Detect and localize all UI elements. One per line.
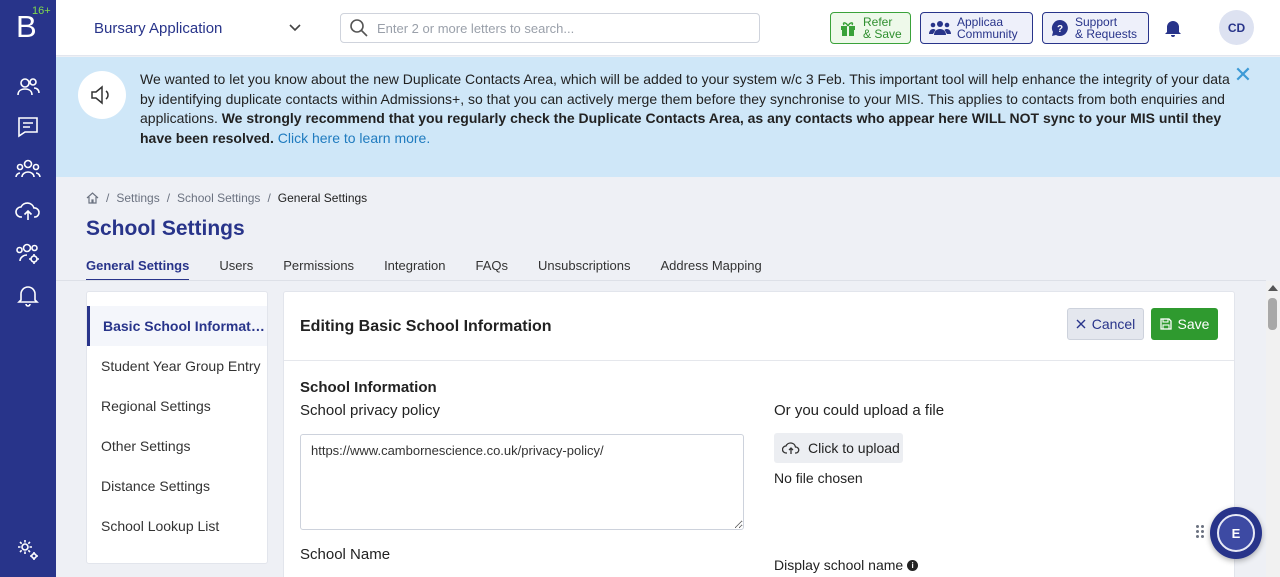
upload-button-label: Click to upload	[808, 440, 900, 456]
side-menu-label: Regional Settings	[101, 398, 211, 414]
settings-tabs: General Settings Users Permissions Integ…	[86, 258, 792, 281]
chat-launcher-button[interactable]: E	[1210, 507, 1262, 559]
scrollbar-thumb[interactable]	[1268, 298, 1277, 330]
module-select-label: Bursary Application	[94, 19, 223, 37]
scroll-up-arrow[interactable]	[1268, 285, 1278, 291]
module-select[interactable]: Bursary Application	[80, 14, 316, 42]
refer-line2: & Save	[863, 27, 902, 41]
tabs-divider	[56, 280, 1266, 281]
upload-label: Or you could upload a file	[774, 402, 945, 419]
info-icon[interactable]: i	[907, 559, 919, 571]
upload-button[interactable]: Click to upload	[774, 433, 903, 463]
privacy-policy-field[interactable]: https://www.cambornescience.co.uk/privac…	[300, 434, 744, 530]
bell-icon[interactable]	[1164, 18, 1182, 38]
settings-icon[interactable]	[14, 536, 42, 564]
settings-side-menu: Basic School Information Student Year Gr…	[86, 291, 268, 564]
chevron-down-icon	[289, 24, 301, 32]
breadcrumb: / Settings / School Settings / General S…	[86, 191, 367, 205]
breadcrumb-separator: /	[166, 191, 171, 205]
tab-integration[interactable]: Integration	[384, 258, 445, 281]
announcement-message: We wanted to let you know about the new …	[140, 70, 1236, 148]
side-menu-school-lookup-list[interactable]: School Lookup List	[87, 506, 267, 546]
gift-icon	[841, 22, 855, 36]
side-menu-distance-settings[interactable]: Distance Settings	[87, 466, 267, 506]
display-school-name-label: Display school name i	[774, 557, 919, 573]
messages-icon[interactable]	[14, 113, 42, 141]
search-icon	[350, 19, 368, 37]
section-title: School Information	[300, 379, 437, 396]
support-line2: & Requests	[1075, 27, 1138, 41]
side-menu-label: Distance Settings	[101, 478, 210, 494]
edit-panel: Editing Basic School Information Cancel …	[283, 291, 1235, 577]
side-menu-label: Student Year Group Entry	[101, 358, 261, 374]
tab-faqs[interactable]: FAQs	[476, 258, 509, 281]
close-icon	[1076, 319, 1086, 329]
close-icon[interactable]: ✕	[1233, 64, 1253, 86]
app-logo[interactable]: B 16+	[0, 0, 56, 56]
contacts-icon[interactable]	[14, 73, 42, 101]
tab-permissions[interactable]: Permissions	[283, 258, 354, 281]
breadcrumb-school-settings[interactable]: School Settings	[177, 191, 260, 205]
upload-icon[interactable]	[14, 197, 42, 225]
privacy-policy-label: School privacy policy	[300, 402, 441, 419]
breadcrumb-separator: /	[106, 191, 110, 205]
breadcrumb-current: General Settings	[277, 191, 368, 205]
save-button[interactable]: Save	[1151, 308, 1218, 340]
side-menu-label: Other Settings	[101, 438, 191, 454]
learn-more-link[interactable]: Click here to learn more.	[278, 130, 431, 146]
logo-badge: 16+	[32, 5, 51, 17]
top-bar: Bursary Application Refer& Save Applicaa…	[56, 0, 1280, 56]
cancel-label: Cancel	[1091, 316, 1136, 332]
display-school-name-text: Display school name	[774, 557, 904, 573]
side-menu-regional-settings[interactable]: Regional Settings	[87, 386, 267, 426]
side-menu-other-settings[interactable]: Other Settings	[87, 426, 267, 466]
refer-save-button[interactable]: Refer & Save	[830, 12, 911, 44]
home-icon[interactable]	[86, 192, 99, 204]
notifications-icon[interactable]	[14, 281, 42, 309]
school-name-label: School Name	[300, 546, 391, 563]
page-title: School Settings	[86, 217, 245, 240]
side-menu-label: School Lookup List	[101, 518, 220, 534]
breadcrumb-settings[interactable]: Settings	[116, 191, 159, 205]
cloud-upload-icon	[782, 442, 800, 454]
save-icon	[1159, 318, 1172, 330]
announcement-banner: We wanted to let you know about the new …	[56, 57, 1280, 177]
search-box	[340, 13, 760, 43]
community-line2: Community	[957, 27, 1018, 41]
search-input[interactable]	[377, 20, 737, 36]
side-menu-label: Basic School Information	[103, 318, 265, 334]
no-file-text: No file chosen	[774, 470, 863, 486]
drag-handle-icon[interactable]	[1196, 525, 1208, 541]
user-avatar[interactable]: CD	[1219, 10, 1254, 45]
svg-text:?: ?	[1057, 24, 1063, 35]
community-button[interactable]: Applicaa Community	[920, 12, 1033, 44]
chat-initial: E	[1217, 514, 1255, 552]
side-menu-basic-school-information[interactable]: Basic School Information	[87, 306, 267, 346]
left-rail: B 16+	[0, 0, 56, 577]
breadcrumb-separator: /	[267, 191, 271, 205]
tab-users[interactable]: Users	[219, 258, 253, 281]
cancel-button[interactable]: Cancel	[1067, 308, 1144, 340]
tab-address-mapping[interactable]: Address Mapping	[661, 258, 762, 281]
panel-title: Editing Basic School Information	[300, 318, 552, 335]
user-settings-icon[interactable]	[14, 239, 42, 267]
panel-header: Editing Basic School Information Cancel …	[284, 292, 1234, 361]
side-menu-student-year-group-entry[interactable]: Student Year Group Entry	[87, 346, 267, 386]
question-chat-icon: ?	[1051, 19, 1068, 36]
support-button[interactable]: ? Support & Requests	[1042, 12, 1149, 44]
save-label: Save	[1177, 316, 1210, 332]
speaker-icon	[78, 71, 126, 119]
users-icon	[929, 21, 951, 35]
tab-general-settings[interactable]: General Settings	[86, 258, 190, 281]
groups-icon[interactable]	[14, 155, 42, 183]
tab-unsubscriptions[interactable]: Unsubscriptions	[538, 258, 631, 281]
